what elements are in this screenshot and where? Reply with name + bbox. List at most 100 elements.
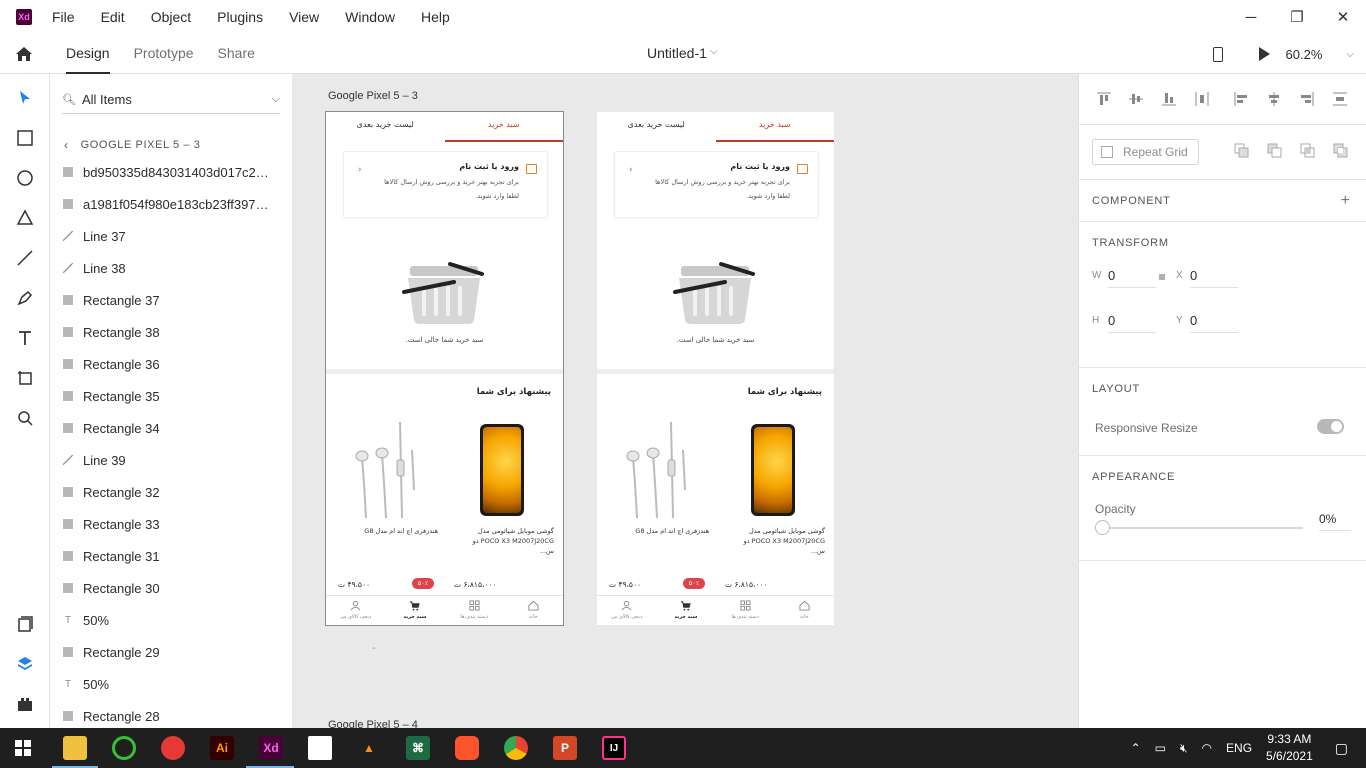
teamviewer-icon[interactable]: ⌘ (406, 736, 430, 760)
tab-next-purchase-list[interactable]: لیست خرید بعدی (326, 112, 445, 142)
align-top-icon[interactable] (1096, 91, 1112, 107)
select-tool-icon[interactable] (15, 88, 35, 108)
responsive-resize-toggle[interactable] (1317, 419, 1344, 434)
distribute-horizontal-icon[interactable] (1194, 91, 1210, 107)
nav-my-digikala[interactable]: دیجی کالای من (597, 596, 656, 625)
repeat-grid-button[interactable]: Repeat Grid (1092, 139, 1199, 165)
volume-mute-icon[interactable]: 🔇︎ (1180, 741, 1188, 756)
layer-item[interactable]: Rectangle 37 (50, 284, 292, 316)
product-name[interactable]: هندزفری اچ اند ام مدل G8 (617, 526, 709, 536)
menu-edit[interactable]: Edit (101, 9, 125, 25)
menu-object[interactable]: Object (151, 9, 191, 25)
artboard[interactable]: سبد خرید لیست خرید بعدی ورود یا ثبت نام … (597, 112, 834, 625)
ellipse-tool-icon[interactable] (15, 168, 35, 188)
artboard-label-next[interactable]: Google Pixel 5 – 4 (328, 719, 418, 728)
zoom-chevron-icon[interactable]: ⌵ (1346, 49, 1354, 60)
phone-product-image[interactable] (480, 424, 524, 516)
minimize-button[interactable]: ─ (1228, 0, 1274, 34)
nav-categories[interactable]: دسته بندی ها (445, 596, 504, 625)
x-field[interactable]: 0 (1190, 268, 1238, 288)
artboard-label[interactable]: Google Pixel 5 – 3 (328, 90, 418, 102)
layer-item[interactable]: Rectangle 31 (50, 540, 292, 572)
language-indicator[interactable]: ENG (1226, 741, 1252, 755)
menu-help[interactable]: Help (421, 9, 450, 25)
login-card[interactable]: ورود یا ثبت نام برای تجربه بهتر خرید و ب… (614, 151, 819, 218)
zoom-level[interactable]: 60.2% (1286, 47, 1323, 62)
layer-item[interactable]: Rectangle 38 (50, 316, 292, 348)
artboard-selected[interactable]: سبد خرید لیست خرید بعدی ورود یا ثبت نام … (325, 111, 564, 626)
nav-categories[interactable]: دسته بندی ها (716, 596, 775, 625)
opacity-slider-track[interactable] (1103, 527, 1303, 529)
wifi-icon[interactable]: ◠ (1202, 741, 1212, 755)
file-explorer-icon[interactable] (63, 736, 87, 760)
pen-tool-icon[interactable] (15, 288, 35, 308)
tab-design[interactable]: Design (66, 34, 110, 74)
menu-file[interactable]: File (52, 9, 75, 25)
clock[interactable]: 9:33 AM 5/6/2021 (1266, 731, 1313, 765)
layer-item[interactable]: Rectangle 29 (50, 636, 292, 668)
align-center-icon[interactable] (1266, 91, 1282, 107)
tab-cart[interactable]: سبد خرید (444, 112, 563, 142)
close-button[interactable]: ✕ (1320, 0, 1366, 34)
opacity-field[interactable]: 0% (1319, 512, 1351, 531)
product-name[interactable]: گوشی موبایل شیائومی مدل POCO X3 M2007J20… (462, 526, 554, 556)
layer-item[interactable]: Rectangle 36 (50, 348, 292, 380)
design-canvas[interactable]: Google Pixel 5 – 3 Google Pixel 5 – 4 - … (292, 74, 1078, 728)
notifications-icon[interactable]: ▢ (1335, 740, 1348, 757)
align-middle-icon[interactable] (1128, 91, 1144, 107)
align-bottom-icon[interactable] (1161, 91, 1177, 107)
layer-item[interactable]: Rectangle 30 (50, 572, 292, 604)
home-icon[interactable] (14, 44, 34, 64)
windows-start-icon[interactable] (15, 740, 31, 756)
layer-item[interactable]: a1981f054f980e183cb23ff3979... (50, 188, 292, 220)
boolean-add-icon[interactable] (1234, 143, 1249, 158)
boolean-exclude-icon[interactable] (1333, 143, 1348, 158)
assets-icon[interactable] (15, 614, 35, 634)
app-ring-icon[interactable] (112, 736, 136, 760)
opacity-slider-handle[interactable] (1095, 520, 1110, 535)
chevron-down-icon[interactable]: ⌵ (272, 93, 280, 106)
chevron-down-icon[interactable]: ⌵ (710, 46, 718, 57)
nav-my-digikala[interactable]: دیجی کالای من (326, 596, 385, 625)
layer-item[interactable]: Rectangle 35 (50, 380, 292, 412)
layers-icon[interactable] (15, 654, 35, 674)
earphones-product-image[interactable] (352, 420, 422, 520)
layer-item[interactable]: T 50% (50, 668, 292, 700)
menu-window[interactable]: Window (345, 9, 395, 25)
battery-icon[interactable]: ▭ (1155, 741, 1166, 755)
layer-item[interactable]: bd950335d843031403d017c22... (50, 156, 292, 188)
recorder-icon[interactable] (161, 736, 185, 760)
product-name[interactable]: هندزفری اچ اند ام مدل G8 (346, 526, 438, 536)
layer-item[interactable]: Line 37 (50, 220, 292, 252)
layer-item[interactable]: Line 38 (50, 252, 292, 284)
align-left-icon[interactable] (1233, 91, 1249, 107)
layer-item[interactable]: Rectangle 32 (50, 476, 292, 508)
menu-view[interactable]: View (289, 9, 319, 25)
layer-item[interactable]: Line 39 (50, 444, 292, 476)
text-tool-icon[interactable] (15, 328, 35, 348)
nav-cart[interactable]: سبد خرید (656, 596, 715, 625)
tab-next-purchase-list[interactable]: لیست خرید بعدی (597, 112, 716, 142)
distribute-vertical-icon[interactable] (1332, 91, 1348, 107)
nav-home[interactable]: خانه (504, 596, 563, 625)
play-icon[interactable] (1258, 47, 1270, 61)
product-name[interactable]: گوشی موبایل شیائومی مدل POCO X3 M2007J20… (733, 526, 825, 556)
search-app-icon[interactable] (308, 736, 332, 760)
intellij-icon[interactable]: IJ (602, 736, 626, 760)
tab-prototype[interactable]: Prototype (134, 34, 194, 74)
earphones-product-image[interactable] (623, 420, 693, 520)
powerpoint-icon[interactable]: P (553, 736, 577, 760)
layer-item[interactable]: Rectangle 34 (50, 412, 292, 444)
plugins-icon[interactable] (15, 694, 35, 714)
adobe-xd-taskbar-icon[interactable]: Xd (259, 736, 283, 760)
zoom-tool-icon[interactable] (15, 408, 35, 428)
nav-home[interactable]: خانه (775, 596, 834, 625)
document-title[interactable]: Untitled-1 (647, 45, 707, 61)
artboard-tool-icon[interactable] (15, 368, 35, 388)
restore-button[interactable]: ❐ (1274, 0, 1320, 34)
line-tool-icon[interactable] (15, 248, 35, 268)
device-preview-icon[interactable] (1212, 46, 1223, 62)
nav-cart[interactable]: سبد خرید (385, 596, 444, 625)
add-component-icon[interactable]: + (1341, 192, 1350, 210)
height-field[interactable]: 0 (1108, 313, 1156, 333)
